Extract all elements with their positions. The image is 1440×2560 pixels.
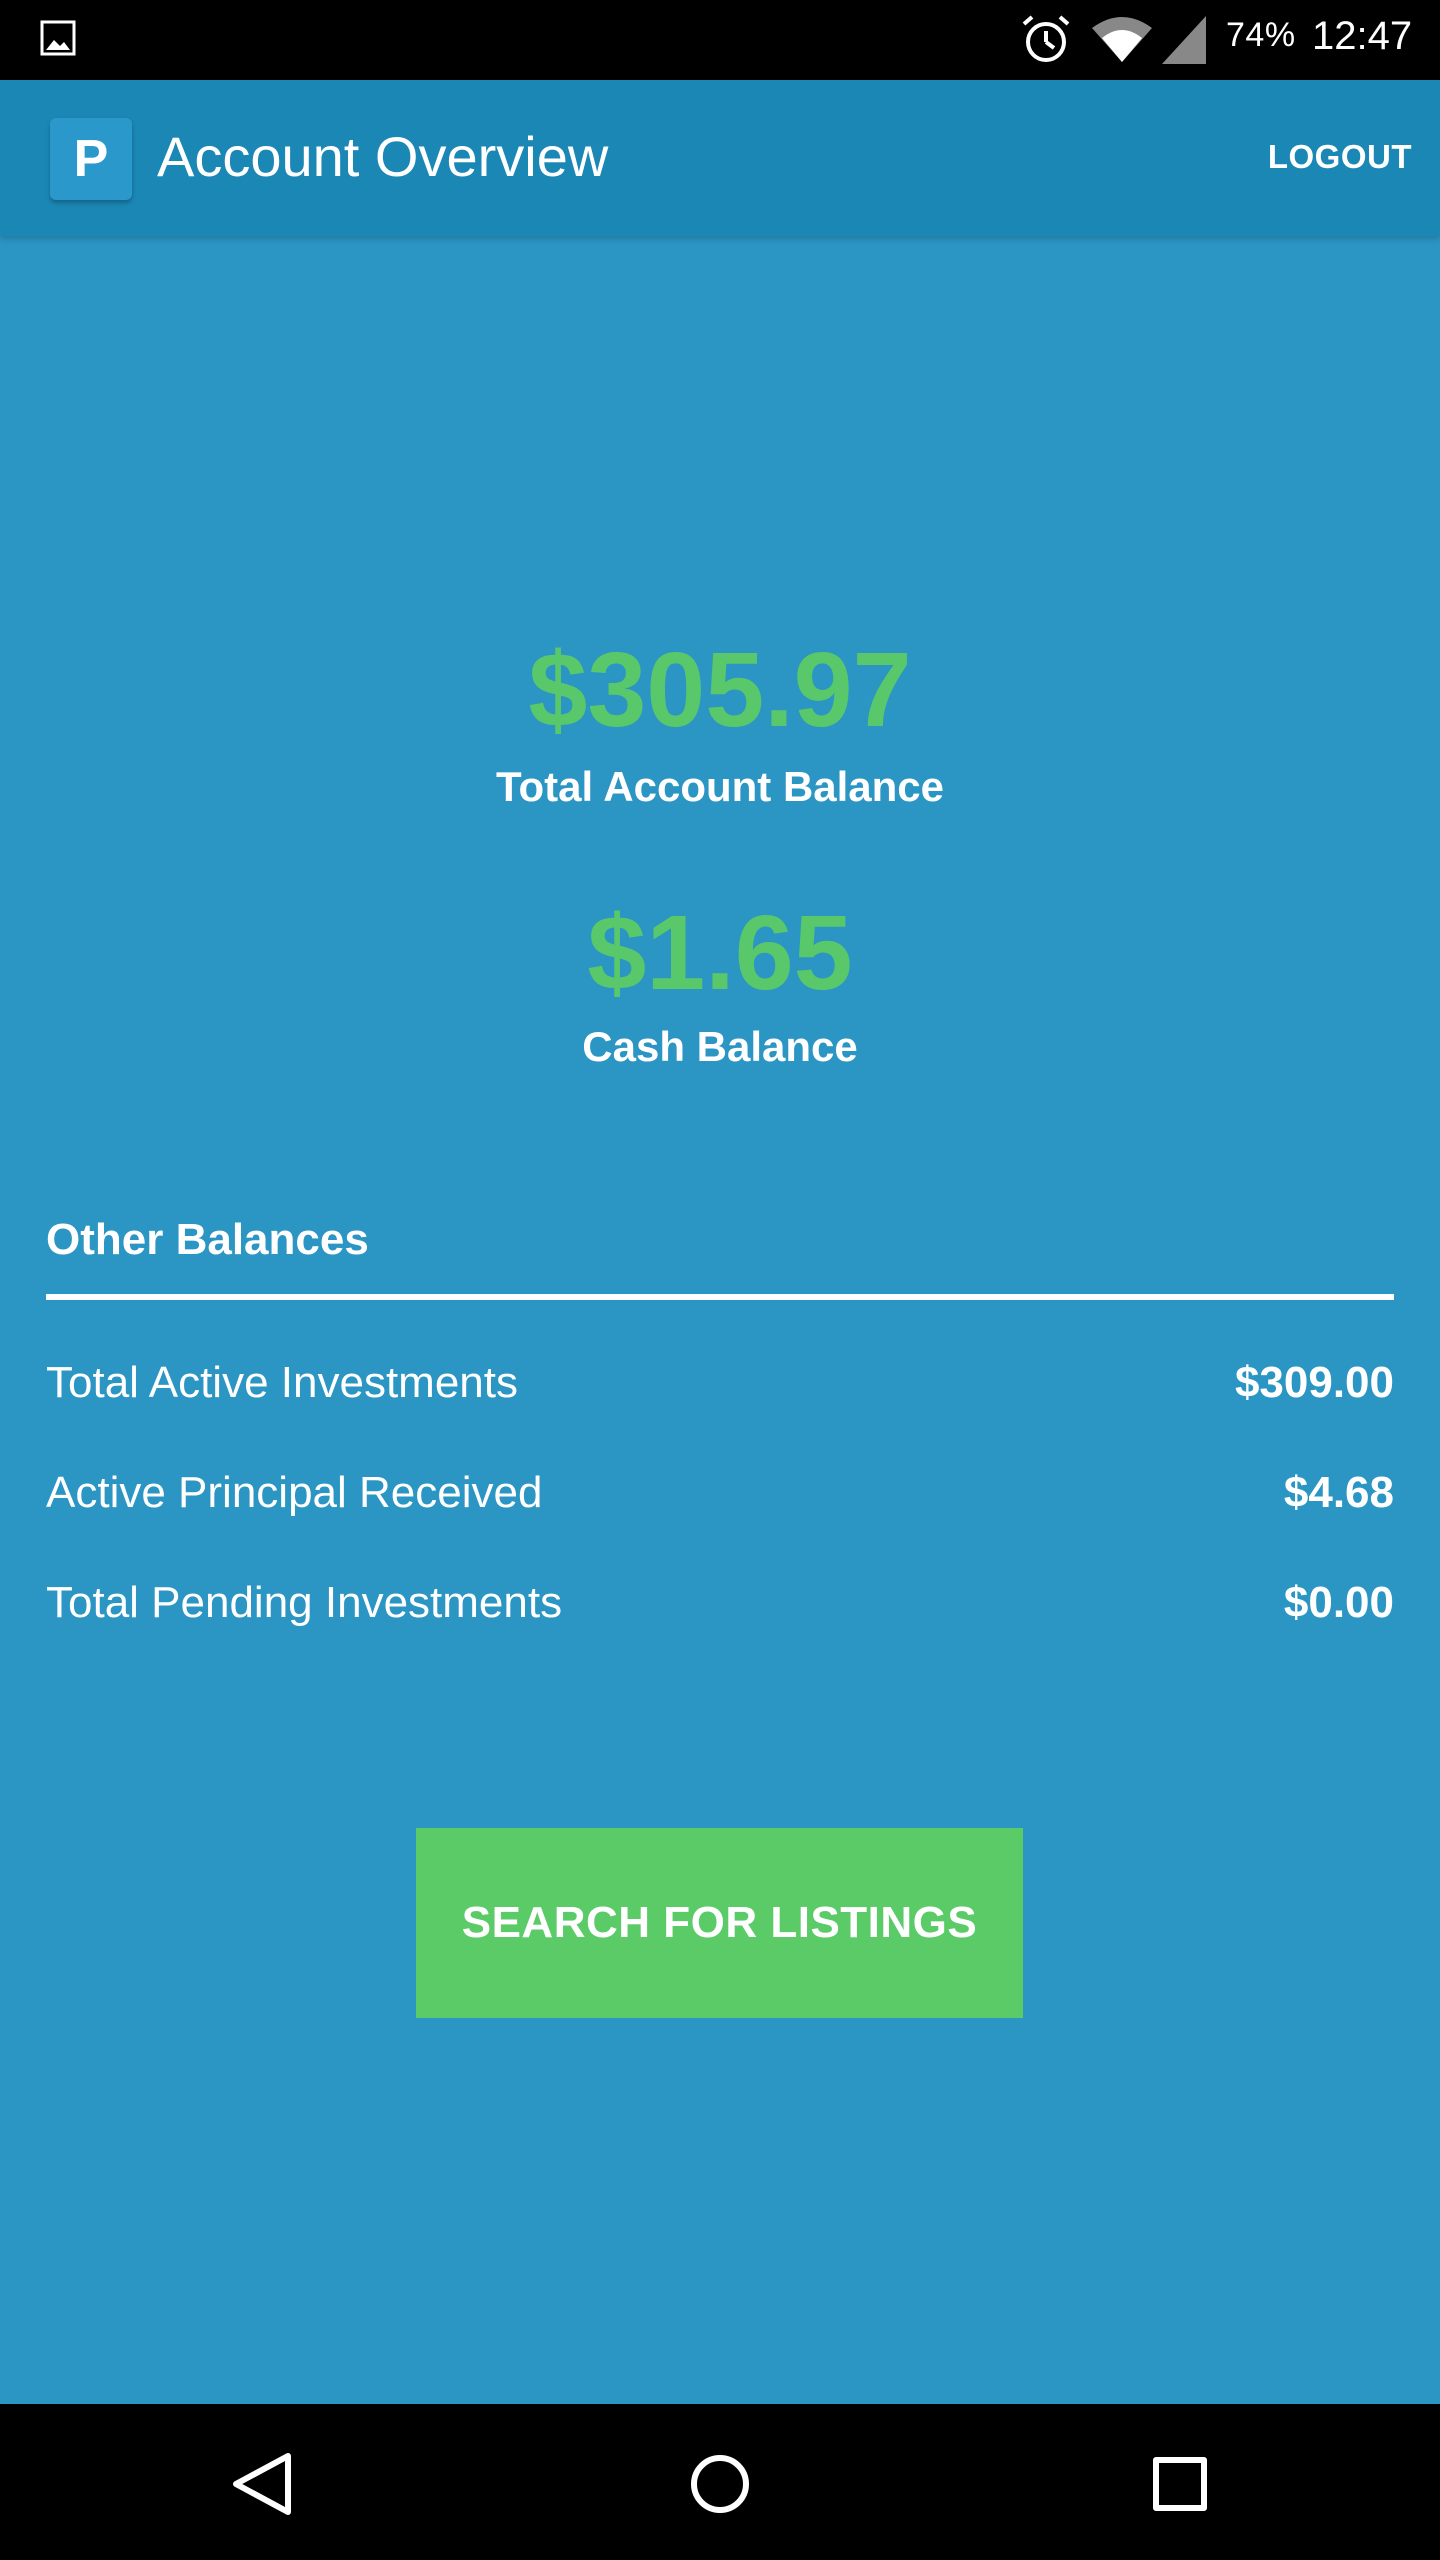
alarm-icon (1022, 15, 1070, 62)
balance-row-value: $0.00 (1283, 1578, 1394, 1627)
balance-row-label: Active Principal Received (46, 1468, 543, 1517)
wifi-icon (1092, 17, 1152, 62)
balance-row-label: Total Active Investments (46, 1358, 518, 1407)
balance-row-value: $309.00 (1234, 1358, 1394, 1407)
balance-row-value: $4.68 (1283, 1468, 1394, 1517)
other-balances-heading: Other Balances (46, 1215, 369, 1264)
cash-balance-amount: $1.65 (587, 894, 853, 1012)
section-divider (46, 1294, 1394, 1300)
cash-balance-label: Cash Balance (582, 1023, 858, 1070)
battery-percentage: 74% (1226, 16, 1296, 54)
total-account-balance-label: Total Account Balance (495, 763, 945, 810)
status-bar: 74% 12:47 (0, 0, 1440, 80)
recents-icon[interactable] (1140, 2444, 1220, 2524)
page-title: Account Overview (157, 125, 609, 188)
balance-row-total-pending-investments: Total Pending Investments $0.00 (46, 1568, 1394, 1638)
app-bar: P Account Overview LOGOUT (0, 80, 1440, 236)
system-nav-bar (0, 2404, 1440, 2560)
status-clock: 12:47 (1312, 14, 1413, 58)
gallery-icon (40, 20, 76, 56)
total-account-balance-amount: $305.97 (528, 631, 912, 749)
back-icon[interactable] (222, 2444, 302, 2524)
balance-row-label: Total Pending Investments (46, 1578, 563, 1627)
balance-row-active-principal-received: Active Principal Received $4.68 (46, 1458, 1394, 1528)
logout-button[interactable]: LOGOUT (1268, 138, 1412, 176)
signal-icon (1162, 16, 1206, 64)
home-icon[interactable] (680, 2444, 760, 2524)
balance-row-total-active-investments: Total Active Investments $309.00 (46, 1348, 1394, 1418)
search-for-listings-button[interactable]: SEARCH FOR LISTINGS (416, 1828, 1023, 2018)
app-logo: P (50, 118, 132, 200)
